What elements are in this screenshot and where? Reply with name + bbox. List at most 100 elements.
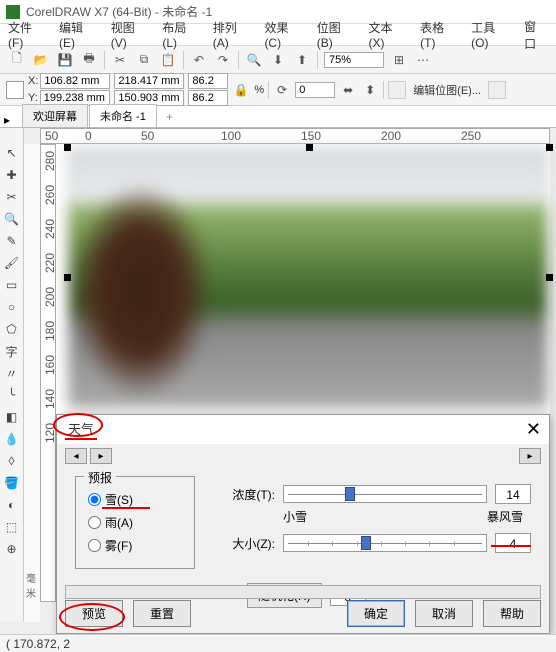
radio-fog[interactable]: 雾(F) xyxy=(88,537,182,554)
menu-text[interactable]: 文本(X) xyxy=(368,19,408,50)
annotation-underline-snow xyxy=(102,507,150,509)
y-label: Y: xyxy=(28,92,38,104)
options-icon[interactable]: ⋯ xyxy=(414,51,432,69)
scale-y-input[interactable] xyxy=(188,90,228,106)
handle-tm[interactable] xyxy=(306,144,313,151)
ruler-vertical: 280 260 240 220 200 180 160 140 120 xyxy=(40,144,56,602)
interactive-tool-icon[interactable]: ◧ xyxy=(3,408,21,426)
fill-tool-icon[interactable]: 🪣 xyxy=(3,474,21,492)
cut-icon[interactable]: ✂ xyxy=(111,51,129,69)
x-label: X: xyxy=(28,75,38,87)
snap-icon[interactable]: ⊞ xyxy=(390,51,408,69)
size-thumb[interactable] xyxy=(361,536,371,550)
size-slider[interactable] xyxy=(283,534,487,552)
menu-effects[interactable]: 效果(C) xyxy=(264,19,304,50)
parallel-tool-icon[interactable]: 〃 xyxy=(3,364,21,382)
artistic-tool-icon[interactable]: 🖌 xyxy=(3,254,21,272)
x-input[interactable] xyxy=(40,73,110,89)
polygon-tool-icon[interactable]: ⬠ xyxy=(3,320,21,338)
menu-arrange[interactable]: 排列(A) xyxy=(213,19,253,50)
help-button[interactable]: 帮助 xyxy=(483,600,541,627)
density-value[interactable]: 14 xyxy=(495,484,531,504)
lock-ratio-icon[interactable]: 🔒 xyxy=(232,81,250,99)
ok-button[interactable]: 确定 xyxy=(347,600,405,627)
undo-icon[interactable]: ↶ xyxy=(190,51,208,69)
weather-dialog: 天气 ✕ ◂ ▸ ▸ 预报 雪(S) 雨(A) 雾(F) 浓度(T): xyxy=(56,414,550,634)
menu-view[interactable]: 视图(V) xyxy=(111,19,151,50)
bitmap-image[interactable] xyxy=(68,148,548,408)
save-icon[interactable]: 💾 xyxy=(56,51,74,69)
import-icon[interactable]: ⬇ xyxy=(269,51,287,69)
zoom-tool-icon[interactable]: 🔍 xyxy=(3,210,21,228)
search-icon[interactable]: 🔍 xyxy=(245,51,263,69)
edit-bitmap-button[interactable]: 编辑位图(E)... xyxy=(410,82,484,98)
copy-icon[interactable]: ⧉ xyxy=(135,51,153,69)
crop-tool-icon[interactable]: ✂ xyxy=(3,188,21,206)
window-title: CorelDRAW X7 (64-Bit) - 未命名 -1 xyxy=(26,3,212,20)
mirror-h-icon[interactable]: ⬌ xyxy=(339,81,357,99)
radio-rain[interactable]: 雨(A) xyxy=(88,514,182,531)
density-thumb[interactable] xyxy=(345,487,355,501)
connector-tool-icon[interactable]: ╰ xyxy=(3,386,21,404)
menu-tools[interactable]: 工具(O) xyxy=(471,19,512,50)
close-icon[interactable]: ✕ xyxy=(526,419,541,440)
radio-snow-input[interactable] xyxy=(88,493,101,506)
density-slider[interactable] xyxy=(283,485,487,503)
preview-scrollbar[interactable] xyxy=(65,585,541,599)
cursor-position: ( 170.872, 2 xyxy=(6,637,70,651)
menu-file[interactable]: 文件(F) xyxy=(8,19,47,50)
ellipse-tool-icon[interactable]: ○ xyxy=(3,298,21,316)
radio-rain-input[interactable] xyxy=(88,516,101,529)
trace-icon[interactable] xyxy=(388,81,406,99)
handle-tl[interactable] xyxy=(64,144,71,151)
tab-add[interactable]: + xyxy=(158,107,181,127)
menu-bitmap[interactable]: 位图(B) xyxy=(317,19,357,50)
rotation-input[interactable] xyxy=(295,82,335,98)
handle-ml[interactable] xyxy=(64,274,71,281)
nav-prev-icon[interactable]: ◂ xyxy=(65,448,87,464)
menu-edit[interactable]: 编辑(E) xyxy=(59,19,99,50)
menu-table[interactable]: 表格(T) xyxy=(420,19,459,50)
nav-next-icon[interactable]: ▸ xyxy=(90,448,112,464)
paste-icon[interactable]: 📋 xyxy=(159,51,177,69)
reset-button[interactable]: 重置 xyxy=(133,600,191,627)
zoom-select[interactable] xyxy=(324,52,384,68)
print-icon[interactable]: 🖶 xyxy=(80,51,98,69)
new-icon[interactable]: 🗋 xyxy=(8,51,26,69)
freehand-tool-icon[interactable]: ✎ xyxy=(3,232,21,250)
mirror-v-icon[interactable]: ⬍ xyxy=(361,81,379,99)
radio-snow[interactable]: 雪(S) xyxy=(88,491,182,508)
tab-dock-icon[interactable]: ▸ xyxy=(4,113,18,127)
export-icon[interactable]: ⬆ xyxy=(293,51,311,69)
size-value[interactable]: 4 xyxy=(495,533,531,553)
eyedropper-tool-icon[interactable]: 💧 xyxy=(3,430,21,448)
nav-play-icon[interactable]: ▸ xyxy=(519,448,541,464)
open-icon[interactable]: 📂 xyxy=(32,51,50,69)
tab-untitled[interactable]: 未命名 -1 xyxy=(89,104,157,127)
menu-window[interactable]: 窗口 xyxy=(524,18,548,52)
handle-mr[interactable] xyxy=(546,274,553,281)
property-bar: X: Y: 🔒 % ⟳ ⬌ ⬍ 编辑位图(E)... xyxy=(0,74,556,106)
forecast-fieldset: 预报 雪(S) 雨(A) 雾(F) xyxy=(75,476,195,569)
standard-toolbar: 🗋 📂 💾 🖶 ✂ ⧉ 📋 ↶ ↷ 🔍 ⬇ ⬆ ⊞ ⋯ xyxy=(0,46,556,74)
radio-fog-input[interactable] xyxy=(88,539,101,552)
text-tool-icon[interactable]: 字 xyxy=(3,342,21,360)
rectangle-tool-icon[interactable]: ▭ xyxy=(3,276,21,294)
plus-icon[interactable]: ⊕ xyxy=(3,540,21,558)
interactive-fill-icon[interactable]: ◐ xyxy=(3,496,21,514)
status-bar: ( 170.872, 2 xyxy=(0,634,556,652)
cancel-button[interactable]: 取消 xyxy=(415,600,473,627)
outline-tool-icon[interactable]: ◊ xyxy=(3,452,21,470)
size-min-label: 小雪 xyxy=(283,508,307,525)
width-input[interactable] xyxy=(114,73,184,89)
redo-icon[interactable]: ↷ xyxy=(214,51,232,69)
tab-welcome[interactable]: 欢迎屏幕 xyxy=(22,104,88,127)
scale-x-input[interactable] xyxy=(188,73,228,89)
size-label: 大小(Z): xyxy=(225,535,275,552)
transparency-tool-icon[interactable]: ⬚ xyxy=(3,518,21,536)
crop-icon[interactable] xyxy=(488,81,506,99)
pick-tool-icon[interactable]: ↖ xyxy=(3,144,21,162)
menu-layout[interactable]: 布局(L) xyxy=(162,19,200,50)
handle-tr[interactable] xyxy=(546,144,553,151)
shape-tool-icon[interactable]: ✚ xyxy=(3,166,21,184)
